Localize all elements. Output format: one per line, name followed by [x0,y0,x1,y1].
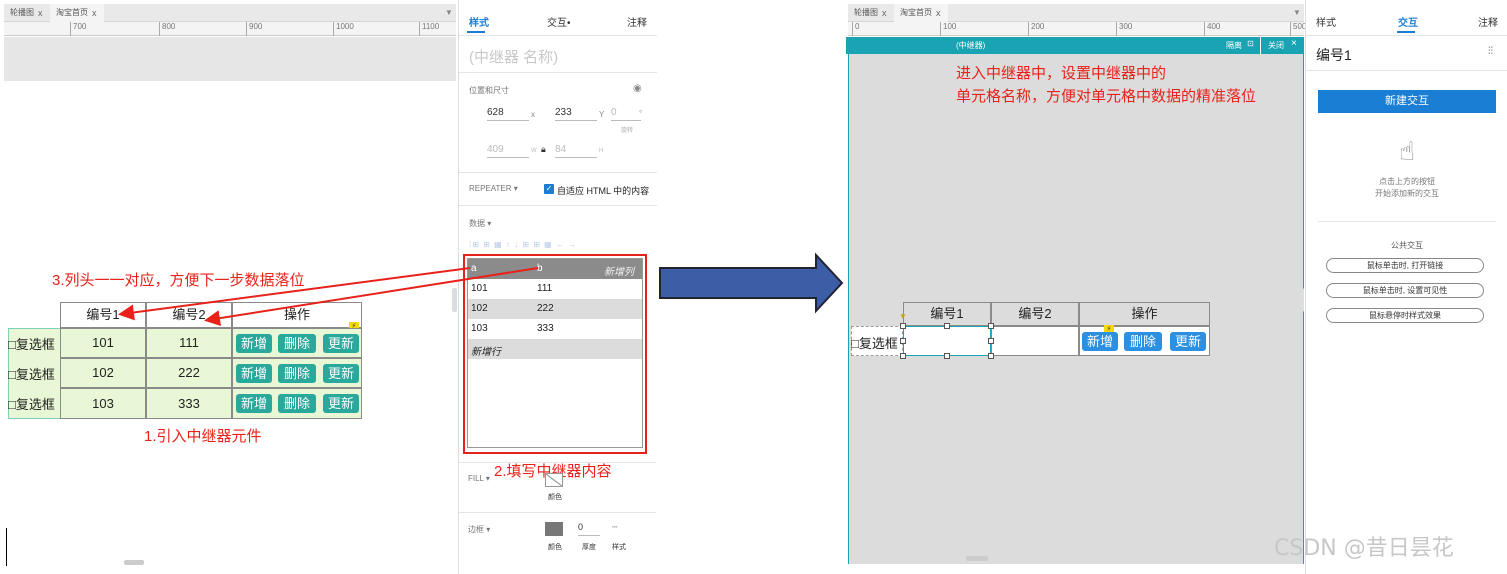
anchor-icon: ▼ [899,312,907,321]
tab-style[interactable]: 样式 [1316,14,1336,29]
new-interaction-button[interactable]: 新建交互 [1318,90,1496,113]
tab-label: 淘宝首页 [900,8,932,17]
settings-icon[interactable]: ⫶⫶ [1488,46,1493,57]
isolate-button[interactable]: 隔离 [1226,40,1242,51]
preset-set-visibility[interactable]: 鼠标单击时, 设置可见性 [1326,283,1484,298]
page-tab-bar: 轮播图 x 淘宝首页 x ▼ [848,4,1304,22]
ruler-tick: 200 [1028,22,1044,36]
divider [1260,37,1261,54]
repeater-bar-title: (中继器) [956,41,986,50]
add-button[interactable]: 新增 [1082,332,1118,351]
tab-interaction[interactable]: 交互 [1398,14,1418,29]
preset-hover-style[interactable]: 鼠标悬停时样式效果 [1326,308,1484,323]
delete-button[interactable]: 删除 [1124,332,1162,351]
table-cell[interactable] [991,326,1079,356]
widget-name-input[interactable]: 编号1 [1316,45,1352,65]
inspector-panel: 样式 交互 注释 编号1 ⫶⫶ 新建交互 ☝ 点击上方的按钮 开始添加新的交互 … [1305,0,1507,574]
chevron-down-icon[interactable]: ▼ [1293,8,1301,17]
resize-handle[interactable] [988,353,994,359]
selected-cell-bianhao1[interactable] [903,326,991,356]
tab-notes[interactable]: 注释 [1478,14,1498,29]
arrow-line [204,267,539,327]
tab-label: 轮播图 [854,8,878,17]
resize-handle[interactable] [900,323,906,329]
ruler-tick: 100 [940,22,956,36]
public-interactions-title: 公共交互 [1391,241,1423,250]
repeater-edit-bar: (中继器) 隔离 ⊡ 关闭 × [846,37,1304,54]
scroll-handle[interactable] [966,556,988,561]
ruler: 0 100 200 300 400 500 [848,22,1306,36]
ruler-tick: 300 [1116,22,1132,36]
watermark: CSDN @昔日昙花 [1274,536,1454,561]
header-cell: 编号2 [991,302,1079,326]
isolate-icon[interactable]: ⊡ [1247,39,1254,48]
resize-handle[interactable] [944,323,950,329]
panel-resize-handle[interactable] [1299,288,1304,312]
checkbox[interactable]: □复选框 [851,333,898,352]
close-icon[interactable]: × [1291,38,1297,49]
resize-handle[interactable] [900,353,906,359]
transition-arrow [659,252,844,314]
ruler-tick: 0 [852,22,859,36]
resize-handle[interactable] [988,338,994,344]
annotation-line2: 单元格名称，方便对单元格中数据的精准落位 [956,88,1257,105]
close-icon[interactable]: x [882,4,887,22]
preset-open-link[interactable]: 鼠标单击时, 打开链接 [1326,258,1484,273]
resize-handle[interactable] [944,353,950,359]
hand-pointer-icon: ☝ [1399,136,1415,166]
hint-text: 开始添加新的交互 [1375,189,1439,198]
canvas-border [848,54,849,564]
update-button[interactable]: 更新 [1170,332,1206,351]
resize-handle[interactable] [900,338,906,344]
close-icon[interactable]: x [936,4,941,22]
right-screenshot: 轮播图 x 淘宝首页 x ▼ 0 100 200 300 400 500 (中继… [846,0,1507,574]
resize-handle[interactable] [988,323,994,329]
header-cell: 操作 [1079,302,1210,326]
tab-indicator [1397,31,1415,33]
hint-text: 点击上方的按钮 [1379,177,1435,186]
close-repeater-button[interactable]: 关闭 [1268,40,1284,51]
annotation-line1: 进入中继器中，设置中继器中的 [956,65,1167,82]
tab-carousel[interactable]: 轮播图 x [848,4,894,22]
tab-taobao-home[interactable]: 淘宝首页 x [894,4,948,22]
ruler-tick: 400 [1204,22,1220,36]
ruler-tick: 500 [1290,22,1306,36]
